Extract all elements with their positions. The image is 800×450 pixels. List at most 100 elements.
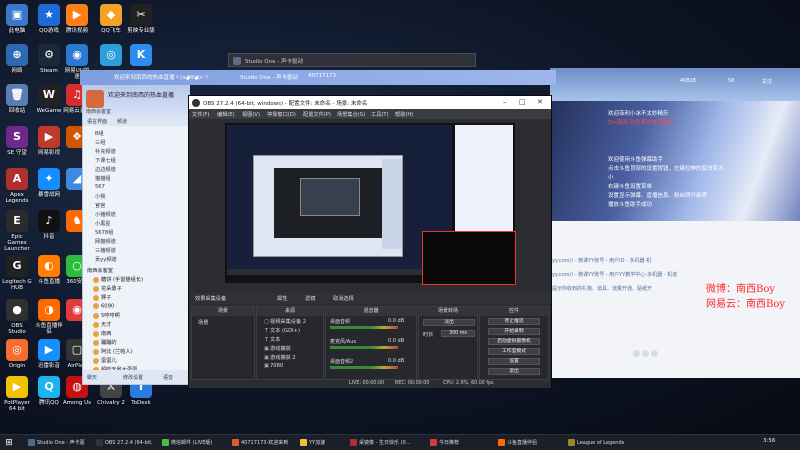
source-item[interactable]: ▣7080 <box>263 363 283 369</box>
yy-channel-item[interactable]: B组 <box>95 130 104 137</box>
source-item[interactable]: T 文本 (GDI+) <box>263 327 300 334</box>
studio-tab[interactable]: Studio One - 声卡驱动 <box>240 73 298 81</box>
taskbar-item[interactable]: 桌镜像 - 生日快乐 (0... <box>350 438 410 449</box>
clock[interactable]: 3:56 <box>763 438 775 444</box>
desktop-icon[interactable]: ⊕ 网络 <box>2 44 32 74</box>
yy-user-item[interactable]: 天才 <box>93 321 111 328</box>
obs-control-button[interactable]: 设置 <box>488 358 540 365</box>
settings-icon[interactable] <box>651 350 658 357</box>
volume-meter[interactable] <box>330 326 398 329</box>
taskbar-item[interactable]: Studio One - 声卡驱 <box>28 438 85 449</box>
volume-meter[interactable] <box>330 366 398 369</box>
taskbar-item[interactable]: League of Legends <box>568 438 624 449</box>
gift-icon[interactable] <box>642 350 649 357</box>
desktop-icon[interactable]: G Logitech G HUB <box>2 255 32 291</box>
desktop-icon[interactable]: 🗑 回收站 <box>2 84 32 114</box>
desktop-icon[interactable]: ◑ 斗鱼直播伴侣 <box>34 299 64 335</box>
menu-file[interactable]: 文件(F) <box>192 111 209 118</box>
yy-channel-item[interactable]: 边边频道 <box>95 166 116 173</box>
windows-start-icon[interactable]: ⊞ <box>4 438 14 448</box>
yy-user-item[interactable]: 阿比 (兰帕人) <box>93 348 133 355</box>
yy-channel-item[interactable]: 小我 <box>95 193 105 200</box>
desktop-icon[interactable]: ▶ 网易影视 <box>34 126 64 156</box>
desktop-icon[interactable]: E Epic Games Launcher <box>2 210 32 252</box>
desktop-icon[interactable]: ⚙ Steam <box>34 44 64 74</box>
menu-profile[interactable]: 配置文件(P) <box>303 111 331 118</box>
yy-user-item[interactable]: 糖饼 (手雷猫组长) <box>93 276 143 283</box>
menu-view[interactable]: 视图(V) <box>242 111 260 118</box>
desktop-icon[interactable]: ✂ 剪映专业版 <box>126 4 156 34</box>
yy-channel-item[interactable]: 官官 <box>95 202 105 209</box>
source-item[interactable]: ▣游戏捕获 2 <box>263 354 296 361</box>
obs-control-button[interactable]: 开始录制 <box>488 328 540 335</box>
yy-user-item[interactable]: 蹦蹦的 <box>93 339 117 346</box>
desktop-icon[interactable]: ★ QQ游戏 <box>34 4 64 34</box>
desktop-icon[interactable]: S SE 守望 <box>2 126 32 156</box>
desktop-icon[interactable]: ▶ PotPlayer 64 bit <box>2 376 32 412</box>
yy-section-title[interactable]: 南西会客室 <box>87 267 113 274</box>
filters-button[interactable]: 滤镜 <box>305 295 315 302</box>
maximize-icon[interactable]: □ <box>519 98 526 106</box>
taskbar-item[interactable]: OBS 27.2.4 (64-bit, <box>96 438 153 449</box>
chat-action-icons[interactable] <box>632 350 672 370</box>
yy-user-item[interactable]: 花朵勇子 <box>93 285 122 292</box>
taskbar-item[interactable]: YY加速 <box>300 438 325 449</box>
desktop-icon[interactable]: ◎ Origin <box>2 339 32 369</box>
obs-control-button[interactable]: 工作室模式 <box>488 348 540 355</box>
yy-user-item[interactable]: 5哼哼啊 <box>93 312 120 319</box>
yy-channel-item[interactable]: 补充频道 <box>95 148 116 155</box>
taskbar-item[interactable]: 40717173-欢迎来到 <box>232 438 288 449</box>
source-item[interactable]: T 文本 <box>263 336 280 343</box>
yy-channel-item[interactable]: 小黑星 <box>95 220 111 227</box>
properties-button[interactable]: 属性 <box>277 295 287 302</box>
link-text[interactable]: yy.com/) - 微课YY账号 - 用户ID - 多机器-机 <box>550 254 800 268</box>
desktop-icon[interactable]: ◎ <box>96 44 126 68</box>
desktop-icon[interactable]: ▶ 腾讯视频 <box>62 4 92 34</box>
yy-channel-item[interactable]: 小猪频道 <box>95 211 116 218</box>
desktop-icon[interactable]: ◆ QQ飞车 <box>96 4 126 34</box>
studio-one-window[interactable]: Studio One - 声卡驱动 <box>228 53 476 67</box>
yy-user-item[interactable]: 6090 · <box>93 303 118 310</box>
yy-user-item[interactable]: 狮子 <box>93 294 111 301</box>
follow-button[interactable]: 关注 <box>762 78 772 85</box>
desktop-icon[interactable]: K <box>126 44 156 68</box>
deselect-button[interactable]: 取消选择 <box>333 295 354 302</box>
volume-meter[interactable] <box>330 346 398 349</box>
obs-control-button[interactable]: 停止推流 <box>488 318 540 325</box>
yy-user-item[interactable]: 南西 <box>93 330 111 337</box>
yy-channel-item[interactable]: 5678组 <box>95 229 113 236</box>
menu-tools[interactable]: 工具(T) <box>371 111 389 118</box>
yy-channel-item[interactable]: 三猪频道 <box>95 247 116 254</box>
transition-select[interactable]: 淡出 <box>423 319 475 326</box>
close-icon[interactable]: ✕ <box>537 98 543 106</box>
desktop-icon[interactable]: ◐ 斗鱼直播 <box>34 255 64 285</box>
menu-docks[interactable]: 停靠窗口(D) <box>267 111 296 118</box>
menu-edit[interactable]: 编辑(E) <box>217 111 235 118</box>
selected-source-box[interactable] <box>422 231 516 285</box>
tab-language[interactable]: 语言界面 <box>87 118 107 125</box>
desktop-icon[interactable]: W WeGame <box>34 84 64 114</box>
obs-control-button[interactable]: 退出 <box>488 368 540 375</box>
room-id-tab[interactable]: 40717173 <box>308 73 336 79</box>
source-item[interactable]: ▣游戏捕获 <box>263 345 291 352</box>
obs-control-button[interactable]: 启动虚拟摄像机 <box>488 338 540 345</box>
yy-channel-item[interactable]: 贡yy频道 <box>95 256 117 263</box>
avatar[interactable] <box>86 90 104 108</box>
desktop-icon[interactable]: Q 腾讯QQ <box>34 376 64 406</box>
desktop-icon[interactable]: A Apex Legends <box>2 168 32 204</box>
duration-input[interactable]: 300 ms <box>441 330 475 337</box>
tab-channel[interactable]: 频道 <box>117 118 127 125</box>
emoji-icon[interactable] <box>633 350 640 357</box>
menu-help[interactable]: 帮助(H) <box>395 111 413 118</box>
yy-channel-item[interactable]: 网猫频道 <box>95 238 116 245</box>
desktop-icon[interactable]: ● OBS Studio <box>2 299 32 335</box>
yy-user-item[interactable]: 蛋蛋儿 <box>93 357 117 364</box>
yy-chat-button[interactable]: 聊天 <box>87 374 97 381</box>
desktop-icon[interactable]: ♪ 抖音 <box>34 210 64 240</box>
yy-channel-item[interactable]: 三组 <box>95 139 105 146</box>
yy-channel-item[interactable]: 下课七组 <box>95 157 116 164</box>
menu-scene-collection[interactable]: 场景集合(S) <box>337 111 365 118</box>
scene-item[interactable]: 场景 <box>198 319 208 326</box>
source-item[interactable]: ▢视频采集设备 2 <box>263 318 306 325</box>
yy-channel-item[interactable]: 567 <box>95 184 105 190</box>
